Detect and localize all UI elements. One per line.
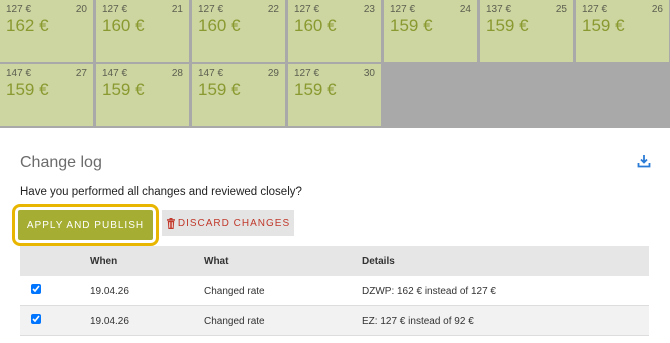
- calendar-day-cell[interactable]: 147 € 29 159 €: [192, 64, 285, 126]
- day-price: 162 €: [6, 16, 49, 35]
- trash-icon: [166, 217, 175, 229]
- day-number: 22: [267, 4, 279, 15]
- base-rate: 127 €: [198, 4, 224, 15]
- calendar-day-cell[interactable]: 127 € 30 159 €: [288, 64, 381, 126]
- table-row: 19.04.26 Changed rate DZWP: 162 € instea…: [20, 276, 649, 306]
- day-price: 159 €: [294, 80, 337, 99]
- base-rate: 137 €: [486, 4, 512, 15]
- day-number: 28: [171, 68, 183, 79]
- calendar-day-cell[interactable]: 127 € 21 160 €: [96, 0, 189, 62]
- day-price: 159 €: [582, 16, 625, 35]
- row-checkbox[interactable]: [31, 284, 41, 294]
- details-prefix: EZ:: [362, 316, 378, 327]
- table-row: 19.04.26 Changed rate EZ: 127 € instead …: [20, 306, 649, 336]
- day-price: 159 €: [486, 16, 529, 35]
- calendar-day-cell[interactable]: 127 € 23 160 €: [288, 0, 381, 62]
- day-number: 21: [171, 4, 183, 15]
- row-when: 19.04.26: [90, 286, 129, 297]
- column-header-when: When: [90, 256, 118, 267]
- calendar-grid: 127 € 20 162 € 127 € 21 160 € 127 € 22 1…: [0, 0, 670, 128]
- day-number: 23: [363, 4, 375, 15]
- day-number: 25: [555, 4, 567, 15]
- review-question: Have you performed all changes and revie…: [20, 186, 302, 198]
- details-prefix: DZWP:: [362, 286, 395, 297]
- base-rate: 127 €: [294, 68, 320, 79]
- column-header-details: Details: [362, 256, 395, 267]
- download-icon[interactable]: [636, 153, 652, 169]
- discard-changes-button[interactable]: DISCARD CHANGES: [162, 210, 294, 236]
- apply-and-publish-button[interactable]: APPLY AND PUBLISH: [12, 204, 159, 246]
- calendar-day-cell[interactable]: 147 € 28 159 €: [96, 64, 189, 126]
- change-log-panel: Change log Have you performed all change…: [0, 128, 670, 343]
- day-price: 159 €: [390, 16, 433, 35]
- day-number: 30: [363, 68, 375, 79]
- row-details: DZWP: 162 € instead of 127 €: [362, 286, 496, 297]
- calendar-day-cell[interactable]: 127 € 26 159 €: [576, 0, 669, 62]
- row-details: EZ: 127 € instead of 92 €: [362, 316, 474, 327]
- base-rate: 147 €: [6, 68, 32, 79]
- row-checkbox[interactable]: [31, 314, 41, 324]
- day-price: 159 €: [6, 80, 49, 99]
- calendar-day-cell[interactable]: 127 € 22 160 €: [192, 0, 285, 62]
- day-price: 160 €: [294, 16, 337, 35]
- row-what: Changed rate: [204, 316, 265, 327]
- details-new-rate: 162 €: [397, 286, 423, 297]
- details-old-rate: instead of 92 €: [408, 316, 474, 327]
- calendar-day-cell[interactable]: 127 € 20 162 €: [0, 0, 93, 62]
- change-log-table: When What Details 19.04.26 Changed rate …: [20, 246, 649, 336]
- base-rate: 127 €: [6, 4, 32, 15]
- day-number: 24: [459, 4, 471, 15]
- table-header: When What Details: [20, 246, 649, 276]
- discard-changes-label: DISCARD CHANGES: [177, 217, 291, 229]
- day-price: 160 €: [198, 16, 241, 35]
- day-number: 27: [75, 68, 87, 79]
- base-rate: 127 €: [102, 4, 128, 15]
- details-new-rate: 127 €: [380, 316, 406, 327]
- row-what: Changed rate: [204, 286, 265, 297]
- change-log-title: Change log: [20, 154, 102, 171]
- base-rate: 147 €: [198, 68, 224, 79]
- day-number: 20: [75, 4, 87, 15]
- day-number: 26: [651, 4, 663, 15]
- day-price: 159 €: [102, 80, 145, 99]
- base-rate: 127 €: [582, 4, 608, 15]
- calendar-day-cell[interactable]: 147 € 27 159 €: [0, 64, 93, 126]
- details-old-rate: instead of 127 €: [424, 286, 496, 297]
- calendar-day-cell[interactable]: 127 € 24 159 €: [384, 0, 477, 62]
- base-rate: 147 €: [102, 68, 128, 79]
- row-when: 19.04.26: [90, 316, 129, 327]
- base-rate: 127 €: [390, 4, 416, 15]
- base-rate: 127 €: [294, 4, 320, 15]
- day-price: 160 €: [102, 16, 145, 35]
- day-number: 29: [267, 68, 279, 79]
- day-price: 159 €: [198, 80, 241, 99]
- column-header-what: What: [204, 256, 229, 267]
- calendar-day-cell[interactable]: 137 € 25 159 €: [480, 0, 573, 62]
